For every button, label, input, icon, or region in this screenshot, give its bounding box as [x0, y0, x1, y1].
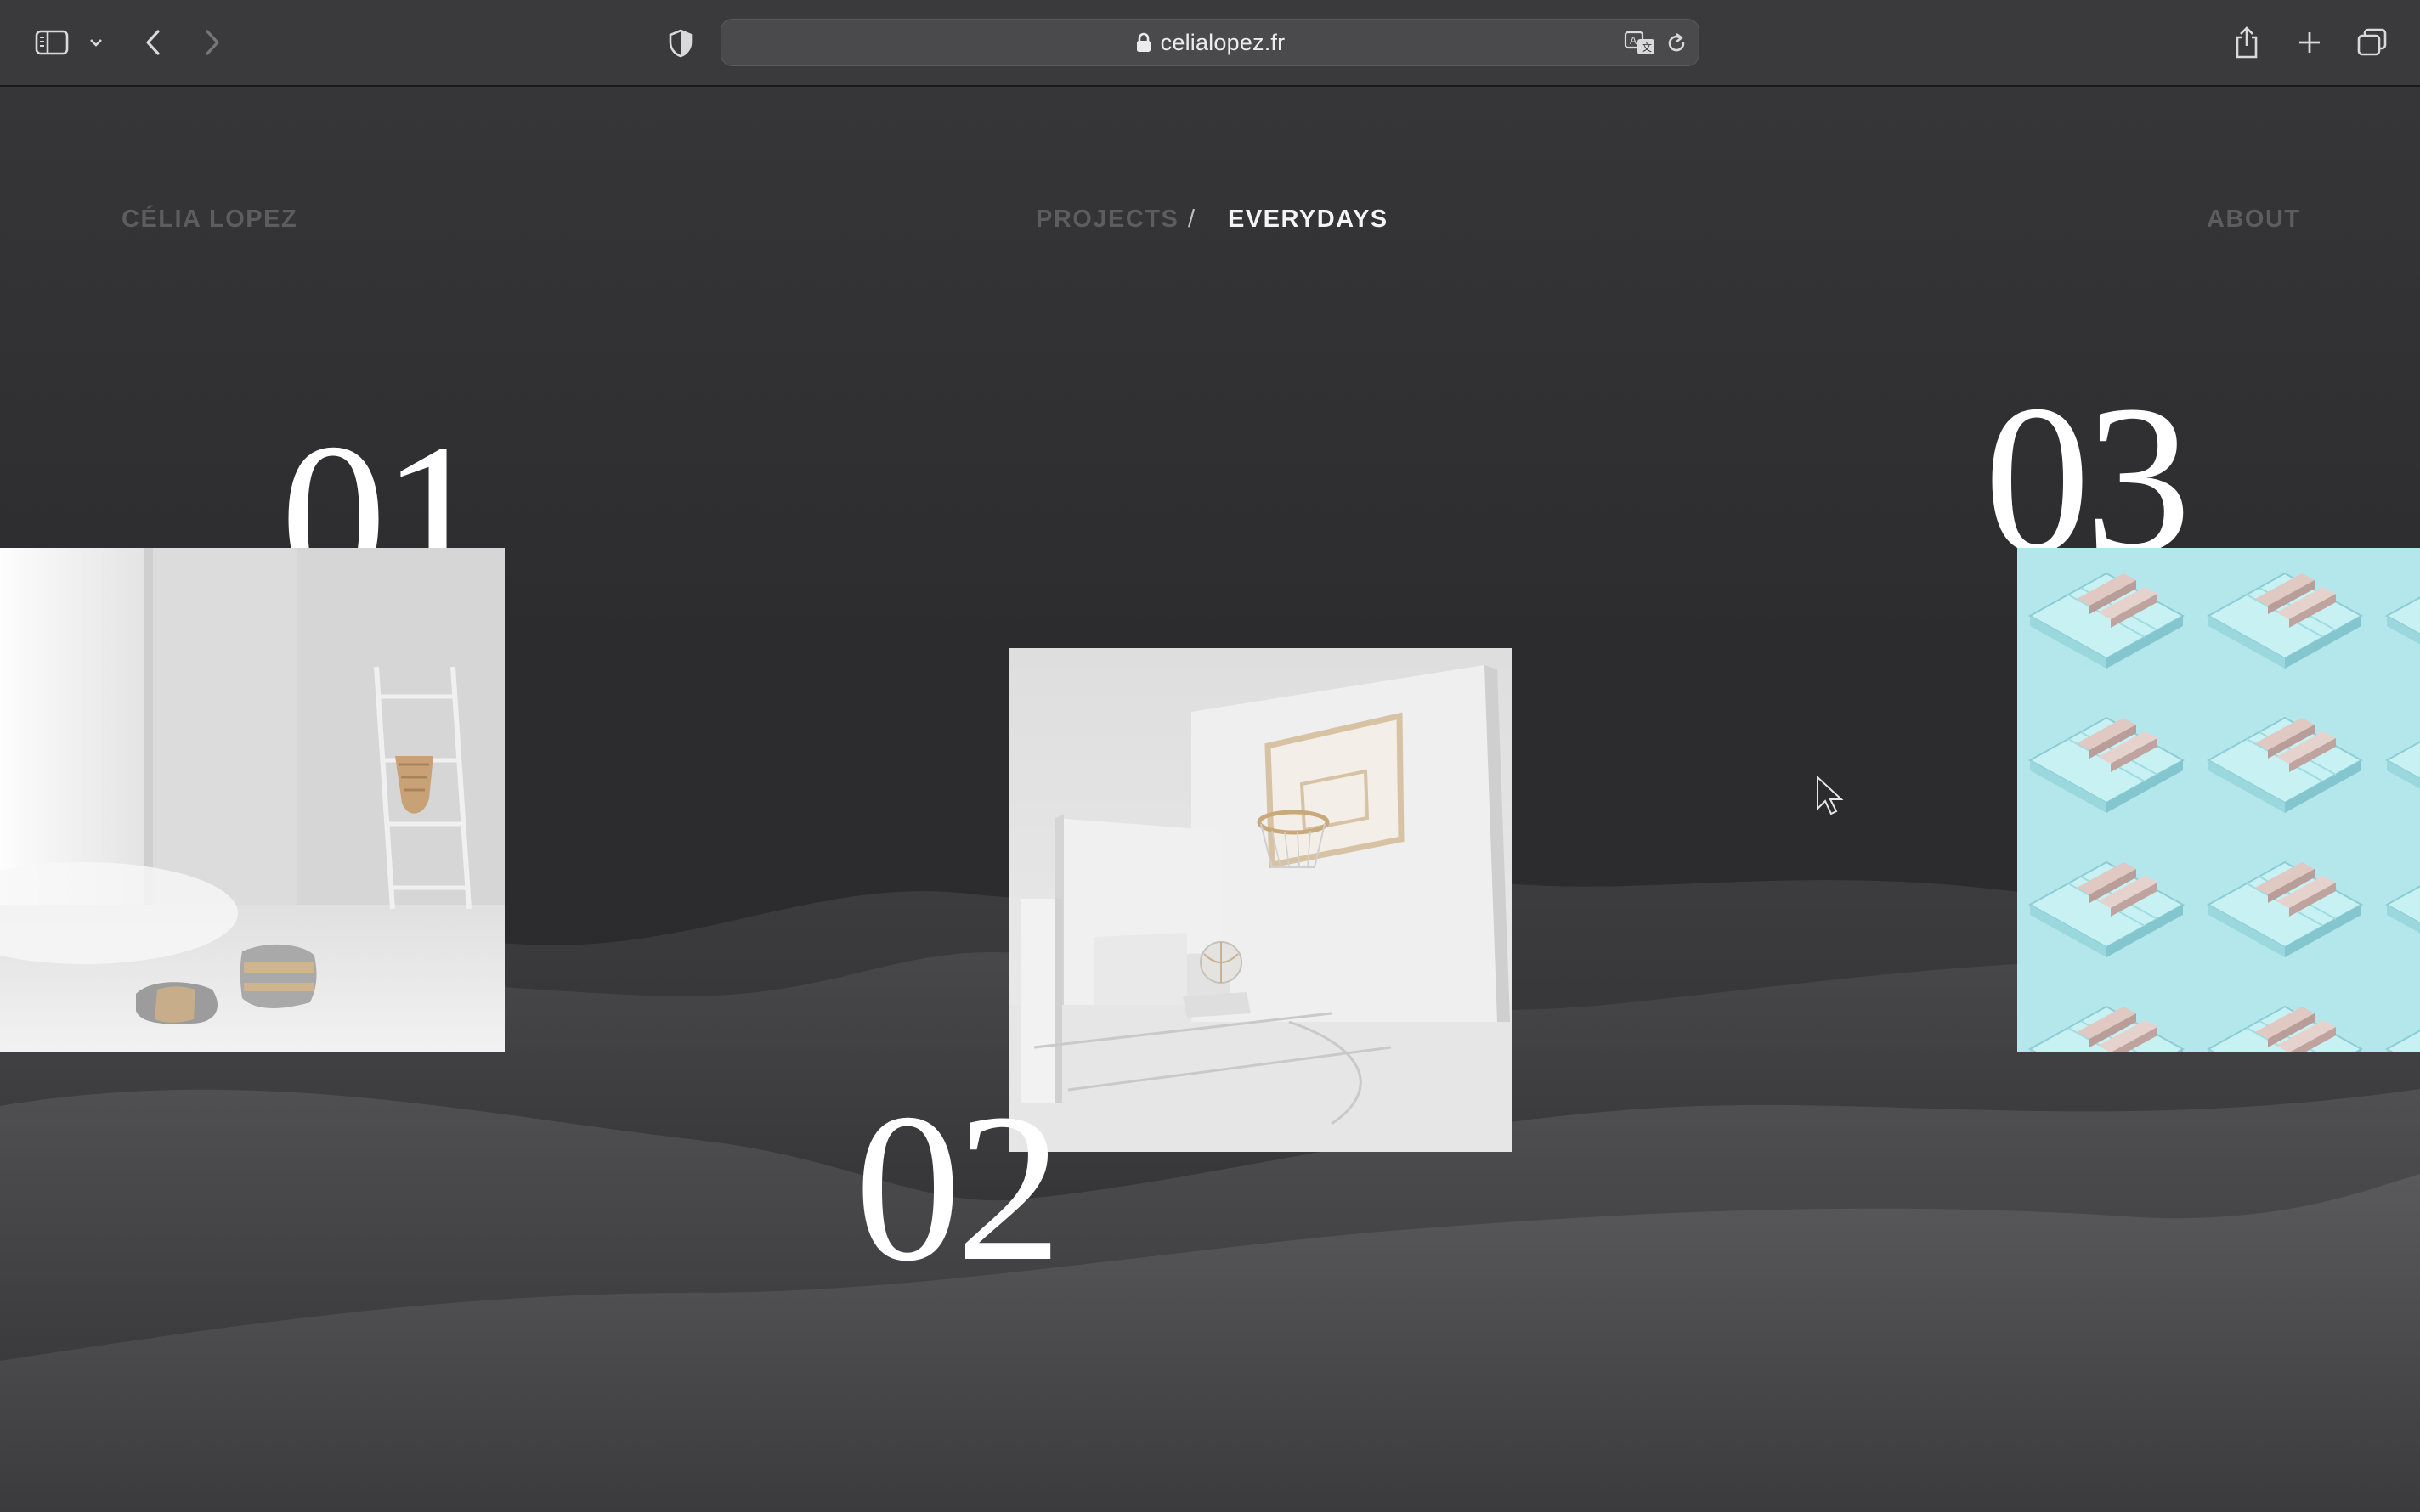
brand-link[interactable]: CÉLIA LOPEZ [122, 206, 297, 234]
plus-icon [2299, 32, 2320, 53]
privacy-report-button[interactable] [663, 25, 698, 61]
translate-icon: A 文 [1624, 31, 1654, 54]
everyday-card-03[interactable] [2017, 548, 2420, 1052]
chevron-down-icon [90, 39, 102, 47]
tab-overview-button[interactable] [2354, 24, 2391, 61]
mouse-cursor [1817, 775, 1844, 815]
everyday-card-01[interactable] [0, 548, 505, 1052]
svg-text:文: 文 [1642, 41, 1652, 54]
tabs-overview-icon [2357, 28, 2387, 56]
nav-everydays[interactable]: EVERYDAYS [1228, 206, 1388, 234]
nav-separator: / [1188, 206, 1196, 233]
share-button[interactable] [2230, 22, 2264, 63]
everyday-image-03 [2017, 548, 2420, 1052]
reload-button[interactable] [1665, 31, 1690, 57]
lock-icon [1135, 32, 1152, 53]
svg-text:A: A [1630, 35, 1637, 47]
everyday-number-02: 02 [855, 1070, 1062, 1306]
share-icon [2236, 26, 2258, 59]
browser-toolbar: celialopez.fr A 文 [0, 0, 2420, 87]
sidebar-icon [35, 30, 69, 55]
everyday-image-01 [0, 548, 505, 1052]
webpage: CÉLIA LOPEZ PROJECTS / EVERYDAYS ABOUT 0… [0, 87, 2420, 1512]
chevron-right-icon [206, 30, 219, 55]
sidebar-menu-button[interactable] [85, 31, 107, 54]
reload-icon [1668, 32, 1685, 52]
translate-button[interactable]: A 文 [1624, 30, 1658, 57]
nav-about[interactable]: ABOUT [2207, 206, 2301, 234]
sidebar-toggle-button[interactable] [32, 25, 71, 59]
everyday-card-02[interactable] [1009, 648, 1512, 1152]
address-bar[interactable]: celialopez.fr A 文 [721, 19, 1699, 66]
chevron-left-icon [146, 30, 160, 55]
forward-button[interactable] [197, 24, 228, 61]
nav-projects[interactable]: PROJECTS [1036, 206, 1179, 234]
cushion-left [136, 982, 218, 1024]
shield-icon [669, 29, 693, 58]
back-button[interactable] [138, 24, 168, 61]
address-bar-url: celialopez.fr [1160, 29, 1286, 55]
cushion-right [240, 944, 317, 1008]
new-tab-button[interactable] [2293, 24, 2327, 61]
everyday-image-02 [1009, 648, 1512, 1152]
